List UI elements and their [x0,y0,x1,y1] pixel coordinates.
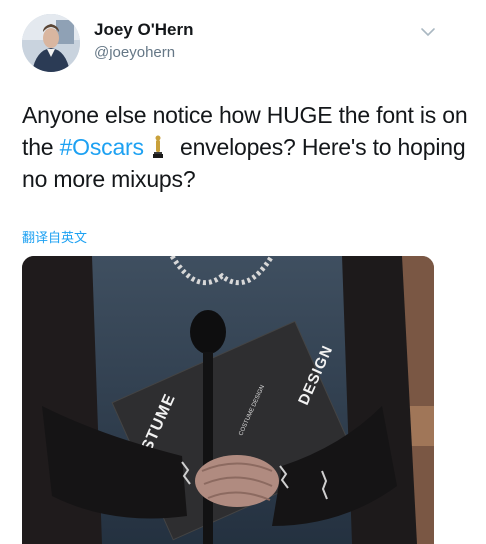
oscar-statuette-icon [152,135,163,158]
avatar-photo [22,14,80,72]
avatar[interactable] [22,14,80,72]
chevron-down-icon[interactable] [420,24,436,40]
hashtag-oscars[interactable]: #Oscars [60,134,144,160]
tweet-text: Anyone else notice how HUGE the font is … [22,99,472,195]
oscars-envelope-photo: COSTUME COSTUME DESIGN DESIGN [22,256,434,544]
translate-link[interactable]: 翻译自英文 [22,227,87,246]
user-handle[interactable]: @joeyohern [94,44,175,61]
user-name[interactable]: Joey O'Hern [94,20,193,40]
tweet-media-photo[interactable]: COSTUME COSTUME DESIGN DESIGN [22,256,434,544]
